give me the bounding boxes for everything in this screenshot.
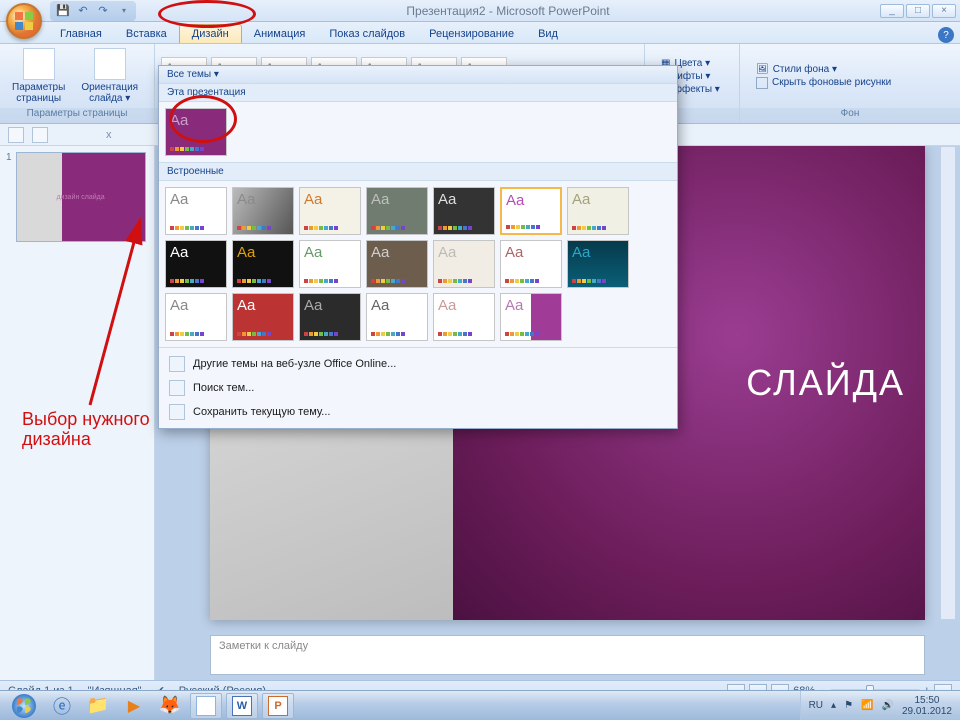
slide-number: 1 xyxy=(6,152,12,242)
notes-placeholder: Заметки к слайду xyxy=(219,640,308,652)
theme-gallery-item[interactable]: Aa xyxy=(165,293,227,341)
undo-icon[interactable]: ↶ xyxy=(76,4,90,18)
slide-thumbnail-row[interactable]: 1 дизайн слайда xyxy=(6,152,148,242)
taskbar-media-icon[interactable]: ▶ xyxy=(118,693,150,719)
gallery-section-builtin: Встроенные xyxy=(159,162,677,181)
ribbon-tabs: Главная Вставка Дизайн Анимация Показ сл… xyxy=(0,22,960,44)
theme-gallery-item[interactable]: Aa xyxy=(299,293,361,341)
background-styles-button[interactable]: 🖼 Стили фона ▾ xyxy=(756,64,891,75)
page-setup-icon xyxy=(23,48,55,80)
close-pane-icon[interactable]: x xyxy=(106,129,112,141)
tray-network-icon[interactable]: 📶 xyxy=(861,700,873,711)
theme-gallery-item[interactable]: Aa xyxy=(299,187,361,235)
theme-gallery-item[interactable]: Aa xyxy=(433,187,495,235)
tab-home[interactable]: Главная xyxy=(48,25,114,43)
close-button[interactable]: × xyxy=(932,4,956,18)
minimize-button[interactable]: _ xyxy=(880,4,904,18)
orientation-icon xyxy=(94,48,126,80)
save-icon[interactable]: 💾 xyxy=(56,4,70,18)
theme-gallery-item[interactable]: Aa xyxy=(366,240,428,288)
taskbar-ie-icon[interactable]: ⓔ xyxy=(46,693,78,719)
page-setup-button[interactable]: Параметры страницы xyxy=(6,46,71,106)
gallery-section-this: Эта презентация xyxy=(159,83,677,102)
slide-thumbnail[interactable]: дизайн слайда xyxy=(16,152,146,242)
system-tray: RU ▴ ⚑ 📶 🔊 15:50 29.01.2012 xyxy=(800,691,960,720)
themes-gallery-dropdown: Все темы ▾ Эта презентация Aa Встроенные… xyxy=(158,65,678,429)
outline-tab-icon[interactable] xyxy=(32,127,48,143)
window-controls: _ □ × xyxy=(880,4,956,18)
hidebg-label: Скрыть фоновые рисунки xyxy=(772,77,891,88)
tab-insert[interactable]: Вставка xyxy=(114,25,179,43)
theme-gallery-item[interactable]: Aa xyxy=(299,240,361,288)
quick-access-toolbar: 💾 ↶ ↷ xyxy=(50,1,136,21)
tray-clock[interactable]: 15:50 29.01.2012 xyxy=(902,695,952,717)
help-icon[interactable]: ? xyxy=(938,27,954,43)
page-setup-label: Параметры страницы xyxy=(12,82,65,104)
gallery-header[interactable]: Все темы ▾ xyxy=(159,66,677,83)
theme-gallery-item[interactable]: Aa xyxy=(500,187,562,235)
save-theme-icon xyxy=(169,404,185,420)
office-button[interactable] xyxy=(6,3,42,39)
theme-gallery-item[interactable]: Aa xyxy=(433,293,495,341)
tab-slideshow[interactable]: Показ слайдов xyxy=(317,25,417,43)
effects-label: ффекты ▾ xyxy=(674,84,720,95)
theme-gallery-item[interactable]: Aa xyxy=(567,187,629,235)
group-page-setup-title: Параметры страницы xyxy=(0,108,154,123)
slide-title-text: СЛАЙДА xyxy=(746,362,905,404)
colors-label: Цвета ▾ xyxy=(674,58,710,69)
bgstyles-label: Стили фона ▾ xyxy=(773,64,837,75)
theme-gallery-item[interactable]: Aa xyxy=(567,240,629,288)
orientation-label: Ориентация слайда ▾ xyxy=(81,82,138,104)
maximize-button[interactable]: □ xyxy=(906,4,930,18)
tray-language[interactable]: RU xyxy=(809,700,823,711)
theme-gallery-item[interactable]: Aa xyxy=(232,240,294,288)
taskbar-explorer-icon[interactable]: 📁 xyxy=(82,693,114,719)
theme-gallery-item[interactable]: Aa xyxy=(366,187,428,235)
taskbar-powerpoint-icon[interactable]: P xyxy=(262,693,294,719)
tray-volume-icon[interactable]: 🔊 xyxy=(881,700,893,711)
slide-orientation-button[interactable]: Ориентация слайда ▾ xyxy=(75,46,144,106)
tray-show-hidden-icon[interactable]: ▴ xyxy=(831,700,836,711)
theme-gallery-item[interactable]: Aa xyxy=(165,240,227,288)
gallery-menu: Другие темы на веб-узле Office Online...… xyxy=(159,347,677,428)
theme-gallery-item[interactable]: Aa xyxy=(232,187,294,235)
theme-gallery-item[interactable]: Aa xyxy=(500,293,562,341)
window-title: Презентация2 - Microsoft PowerPoint xyxy=(136,4,880,18)
taskbar-unknown-icon[interactable] xyxy=(190,693,222,719)
title-bar: 💾 ↶ ↷ Презентация2 - Microsoft PowerPoin… xyxy=(0,0,960,22)
slides-panel: 1 дизайн слайда xyxy=(0,146,155,680)
menu-search-themes[interactable]: Поиск тем... xyxy=(159,376,677,400)
qat-customize-icon[interactable] xyxy=(116,4,130,18)
hide-background-checkbox[interactable]: Скрыть фоновые рисунки xyxy=(756,77,891,89)
theme-gallery-item[interactable]: Aa xyxy=(232,293,294,341)
tab-design[interactable]: Дизайн xyxy=(179,24,242,43)
tray-flag-icon[interactable]: ⚑ xyxy=(844,700,853,711)
taskbar-firefox-icon[interactable]: 🦊 xyxy=(154,693,186,719)
redo-icon[interactable]: ↷ xyxy=(96,4,110,18)
theme-gallery-item[interactable]: Aa xyxy=(433,240,495,288)
tab-review[interactable]: Рецензирование xyxy=(417,25,526,43)
menu-save-theme[interactable]: Сохранить текущую тему... xyxy=(159,400,677,424)
theme-gallery-item[interactable]: Aa xyxy=(165,108,227,156)
tab-view[interactable]: Вид xyxy=(526,25,570,43)
theme-gallery-item[interactable]: Aa xyxy=(366,293,428,341)
theme-gallery-item[interactable]: Aa xyxy=(165,187,227,235)
notes-area[interactable]: Заметки к слайду xyxy=(210,635,925,675)
start-button[interactable] xyxy=(4,692,44,720)
tab-animation[interactable]: Анимация xyxy=(242,25,318,43)
menu-office-online[interactable]: Другие темы на веб-узле Office Online... xyxy=(159,352,677,376)
group-background-title: Фон xyxy=(740,108,960,123)
slides-tab-icon[interactable] xyxy=(8,127,24,143)
checkbox-icon xyxy=(756,77,768,89)
vertical-scrollbar[interactable] xyxy=(940,146,956,620)
globe-icon xyxy=(169,356,185,372)
theme-gallery-item[interactable]: Aa xyxy=(500,240,562,288)
folder-search-icon xyxy=(169,380,185,396)
taskbar-word-icon[interactable]: W xyxy=(226,693,258,719)
taskbar: ⓔ 📁 ▶ 🦊 W P RU ▴ ⚑ 📶 🔊 15:50 29.01.2012 xyxy=(0,690,960,720)
